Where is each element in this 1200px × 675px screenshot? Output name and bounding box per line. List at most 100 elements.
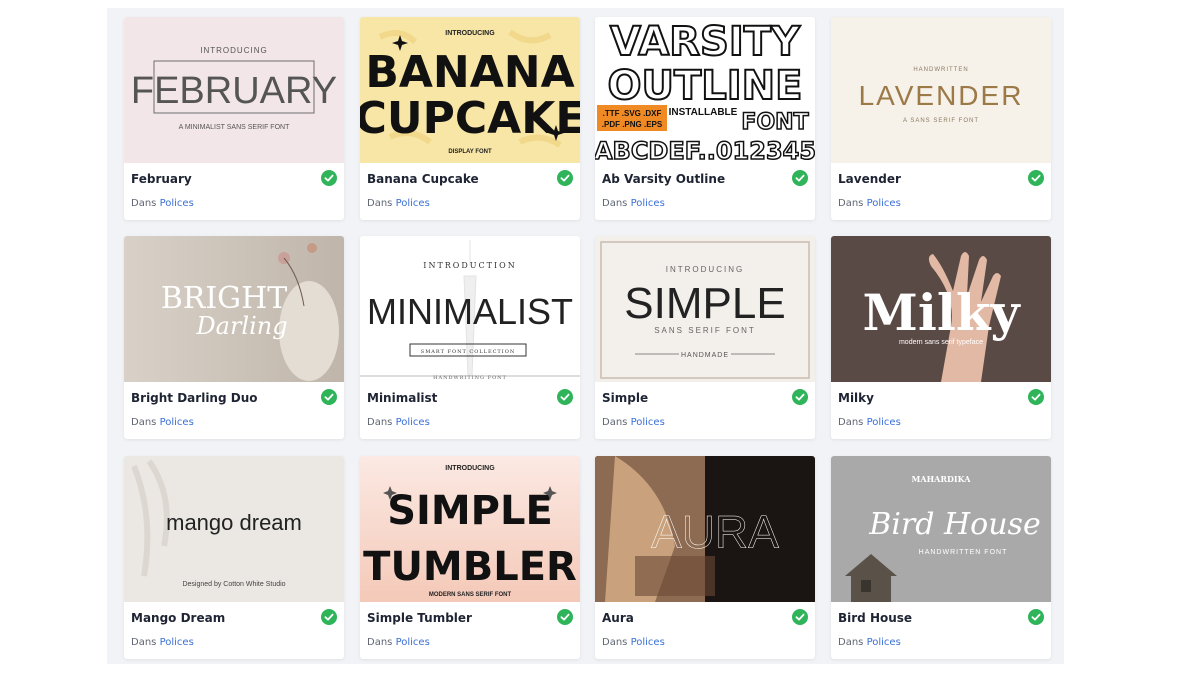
svg-text:INTRODUCING: INTRODUCING (200, 46, 267, 55)
category-link[interactable]: Polices (160, 417, 194, 428)
font-preview-image[interactable]: AURA (595, 456, 815, 602)
font-preview-image[interactable]: INTRODUCING BANANA CUPCAKE DISPLAY FONT (360, 17, 580, 163)
font-preview-image[interactable]: INTRODUCING SIMPLE SANS SERIF FONT HANDM… (595, 236, 815, 382)
check-icon (792, 170, 808, 186)
category-line: Dans Polices (367, 417, 430, 428)
font-card-simple[interactable]: INTRODUCING SIMPLE SANS SERIF FONT HANDM… (595, 236, 815, 439)
category-line: Dans Polices (838, 417, 901, 428)
category-line: Dans Polices (602, 198, 665, 209)
category-link[interactable]: Polices (396, 417, 430, 428)
font-title[interactable]: Lavender (838, 172, 901, 186)
svg-text:BRIGHT: BRIGHT (161, 281, 288, 316)
svg-text:CUPCAKE: CUPCAKE (360, 93, 580, 144)
category-link[interactable]: Polices (160, 198, 194, 209)
check-icon (557, 609, 573, 625)
category-line: Dans Polices (838, 637, 901, 648)
category-line: Dans Polices (602, 417, 665, 428)
svg-text:FONT: FONT (741, 110, 808, 135)
font-card-aura[interactable]: AURA Aura Dans Polices (595, 456, 815, 659)
category-link[interactable]: Polices (396, 198, 430, 209)
svg-text:SIMPLE: SIMPLE (387, 488, 553, 534)
svg-text:OUTLINE: OUTLINE (608, 63, 803, 109)
check-icon (1028, 170, 1044, 186)
category-link[interactable]: Polices (396, 637, 430, 648)
font-card-milky[interactable]: Milky modern sans serif typeface Milky D… (831, 236, 1051, 439)
category-line: Dans Polices (602, 637, 665, 648)
svg-text:.PDF .PNG .EPS: .PDF .PNG .EPS (602, 120, 663, 129)
font-title[interactable]: Aura (602, 611, 634, 625)
font-title[interactable]: Mango Dream (131, 611, 225, 625)
svg-text:SANS SERIF FONT: SANS SERIF FONT (654, 326, 756, 335)
font-preview-image[interactable]: HANDWRITTEN LAVENDER A SANS SERIF FONT (831, 17, 1051, 163)
check-icon (792, 609, 808, 625)
svg-text:MODERN SANS SERIF FONT: MODERN SANS SERIF FONT (429, 592, 512, 598)
font-preview-image[interactable]: MAHARDIKA Bird House HANDWRITTEN FONT (831, 456, 1051, 602)
svg-text:VARSITY: VARSITY (610, 19, 801, 65)
font-preview-image[interactable]: BRIGHT Darling (124, 236, 344, 382)
font-card-ab-varsity-outline[interactable]: VARSITY OUTLINE .TTF .SVG .DXF .PDF .PNG… (595, 17, 815, 220)
category-link[interactable]: Polices (631, 417, 665, 428)
svg-text:MAHARDIKA: MAHARDIKA (912, 474, 972, 484)
svg-text:SIMPLE: SIMPLE (624, 279, 785, 328)
category-line: Dans Polices (367, 198, 430, 209)
font-preview-image[interactable]: INTRODUCING SIMPLE TUMBLER MODERN SANS S… (360, 456, 580, 602)
category-link[interactable]: Polices (867, 198, 901, 209)
category-line: Dans Polices (367, 637, 430, 648)
svg-text:modern sans serif typeface: modern sans serif typeface (899, 339, 983, 346)
svg-text:MINIMALIST: MINIMALIST (367, 291, 573, 332)
category-line: Dans Polices (838, 198, 901, 209)
font-title[interactable]: Minimalist (367, 391, 437, 405)
font-title[interactable]: Banana Cupcake (367, 172, 479, 186)
svg-text:INTRODUCING: INTRODUCING (445, 465, 495, 472)
font-card-bright-darling-duo[interactable]: BRIGHT Darling Bright Darling Duo Dans P… (124, 236, 344, 439)
font-preview-image[interactable]: VARSITY OUTLINE .TTF .SVG .DXF .PDF .PNG… (595, 17, 815, 163)
svg-text:LAVENDER: LAVENDER (859, 80, 1024, 111)
svg-text:Darling: Darling (195, 312, 287, 340)
category-link[interactable]: Polices (867, 637, 901, 648)
svg-text:AURA: AURA (651, 506, 779, 558)
font-preview-image[interactable]: INTRODUCING FEBRUARY A MINIMALIST SANS S… (124, 17, 344, 163)
svg-text:INTRODUCING: INTRODUCING (666, 265, 744, 274)
svg-text:ABCDEF..012345: ABCDEF..012345 (595, 137, 815, 163)
font-card-february[interactable]: INTRODUCING FEBRUARY A MINIMALIST SANS S… (124, 17, 344, 220)
svg-text:Milky: Milky (862, 283, 1021, 342)
svg-text:.TTF .SVG .DXF: .TTF .SVG .DXF (603, 109, 662, 118)
svg-text:HANDWRITING FONT: HANDWRITING FONT (433, 375, 507, 381)
svg-text:Bird House: Bird House (868, 507, 1040, 542)
check-icon (321, 170, 337, 186)
svg-text:A MINIMALIST SANS SERIF FONT: A MINIMALIST SANS SERIF FONT (179, 124, 290, 131)
svg-text:INTRODUCTION: INTRODUCTION (423, 261, 516, 270)
font-title[interactable]: Bright Darling Duo (131, 391, 258, 405)
check-icon (557, 389, 573, 405)
svg-text:BANANA: BANANA (365, 47, 574, 98)
svg-text:TUMBLER: TUMBLER (363, 544, 577, 590)
font-title[interactable]: February (131, 172, 192, 186)
font-card-bird-house[interactable]: MAHARDIKA Bird House HANDWRITTEN FONT Bi… (831, 456, 1051, 659)
font-title[interactable]: Simple (602, 391, 648, 405)
check-icon (557, 170, 573, 186)
font-title[interactable]: Milky (838, 391, 874, 405)
font-card-banana-cupcake[interactable]: INTRODUCING BANANA CUPCAKE DISPLAY FONT … (360, 17, 580, 220)
category-link[interactable]: Polices (631, 198, 665, 209)
category-link[interactable]: Polices (631, 637, 665, 648)
font-preview-image[interactable]: mango dream Designed by Cotton White Stu… (124, 456, 344, 602)
font-title[interactable]: Ab Varsity Outline (602, 172, 725, 186)
font-title[interactable]: Simple Tumbler (367, 611, 472, 625)
font-card-lavender[interactable]: HANDWRITTEN LAVENDER A SANS SERIF FONT L… (831, 17, 1051, 220)
font-card-simple-tumbler[interactable]: INTRODUCING SIMPLE TUMBLER MODERN SANS S… (360, 456, 580, 659)
svg-text:A SANS SERIF FONT: A SANS SERIF FONT (903, 118, 979, 124)
category-link[interactable]: Polices (867, 417, 901, 428)
svg-text:SMART FONT COLLECTION: SMART FONT COLLECTION (421, 349, 515, 355)
font-title[interactable]: Bird House (838, 611, 912, 625)
font-preview-image[interactable]: Milky modern sans serif typeface (831, 236, 1051, 382)
svg-text:Designed by Cotton White Studi: Designed by Cotton White Studio (182, 581, 285, 588)
font-card-minimalist[interactable]: INTRODUCTION MINIMALIST SMART FONT COLLE… (360, 236, 580, 439)
check-icon (321, 609, 337, 625)
font-grid-panel: INTRODUCING FEBRUARY A MINIMALIST SANS S… (107, 8, 1064, 664)
category-link[interactable]: Polices (160, 637, 194, 648)
svg-text:FEBRUARY: FEBRUARY (131, 70, 337, 112)
category-line: Dans Polices (131, 198, 194, 209)
svg-text:HANDMADE: HANDMADE (681, 352, 729, 359)
font-preview-image[interactable]: INTRODUCTION MINIMALIST SMART FONT COLLE… (360, 236, 580, 382)
font-card-mango-dream[interactable]: mango dream Designed by Cotton White Stu… (124, 456, 344, 659)
